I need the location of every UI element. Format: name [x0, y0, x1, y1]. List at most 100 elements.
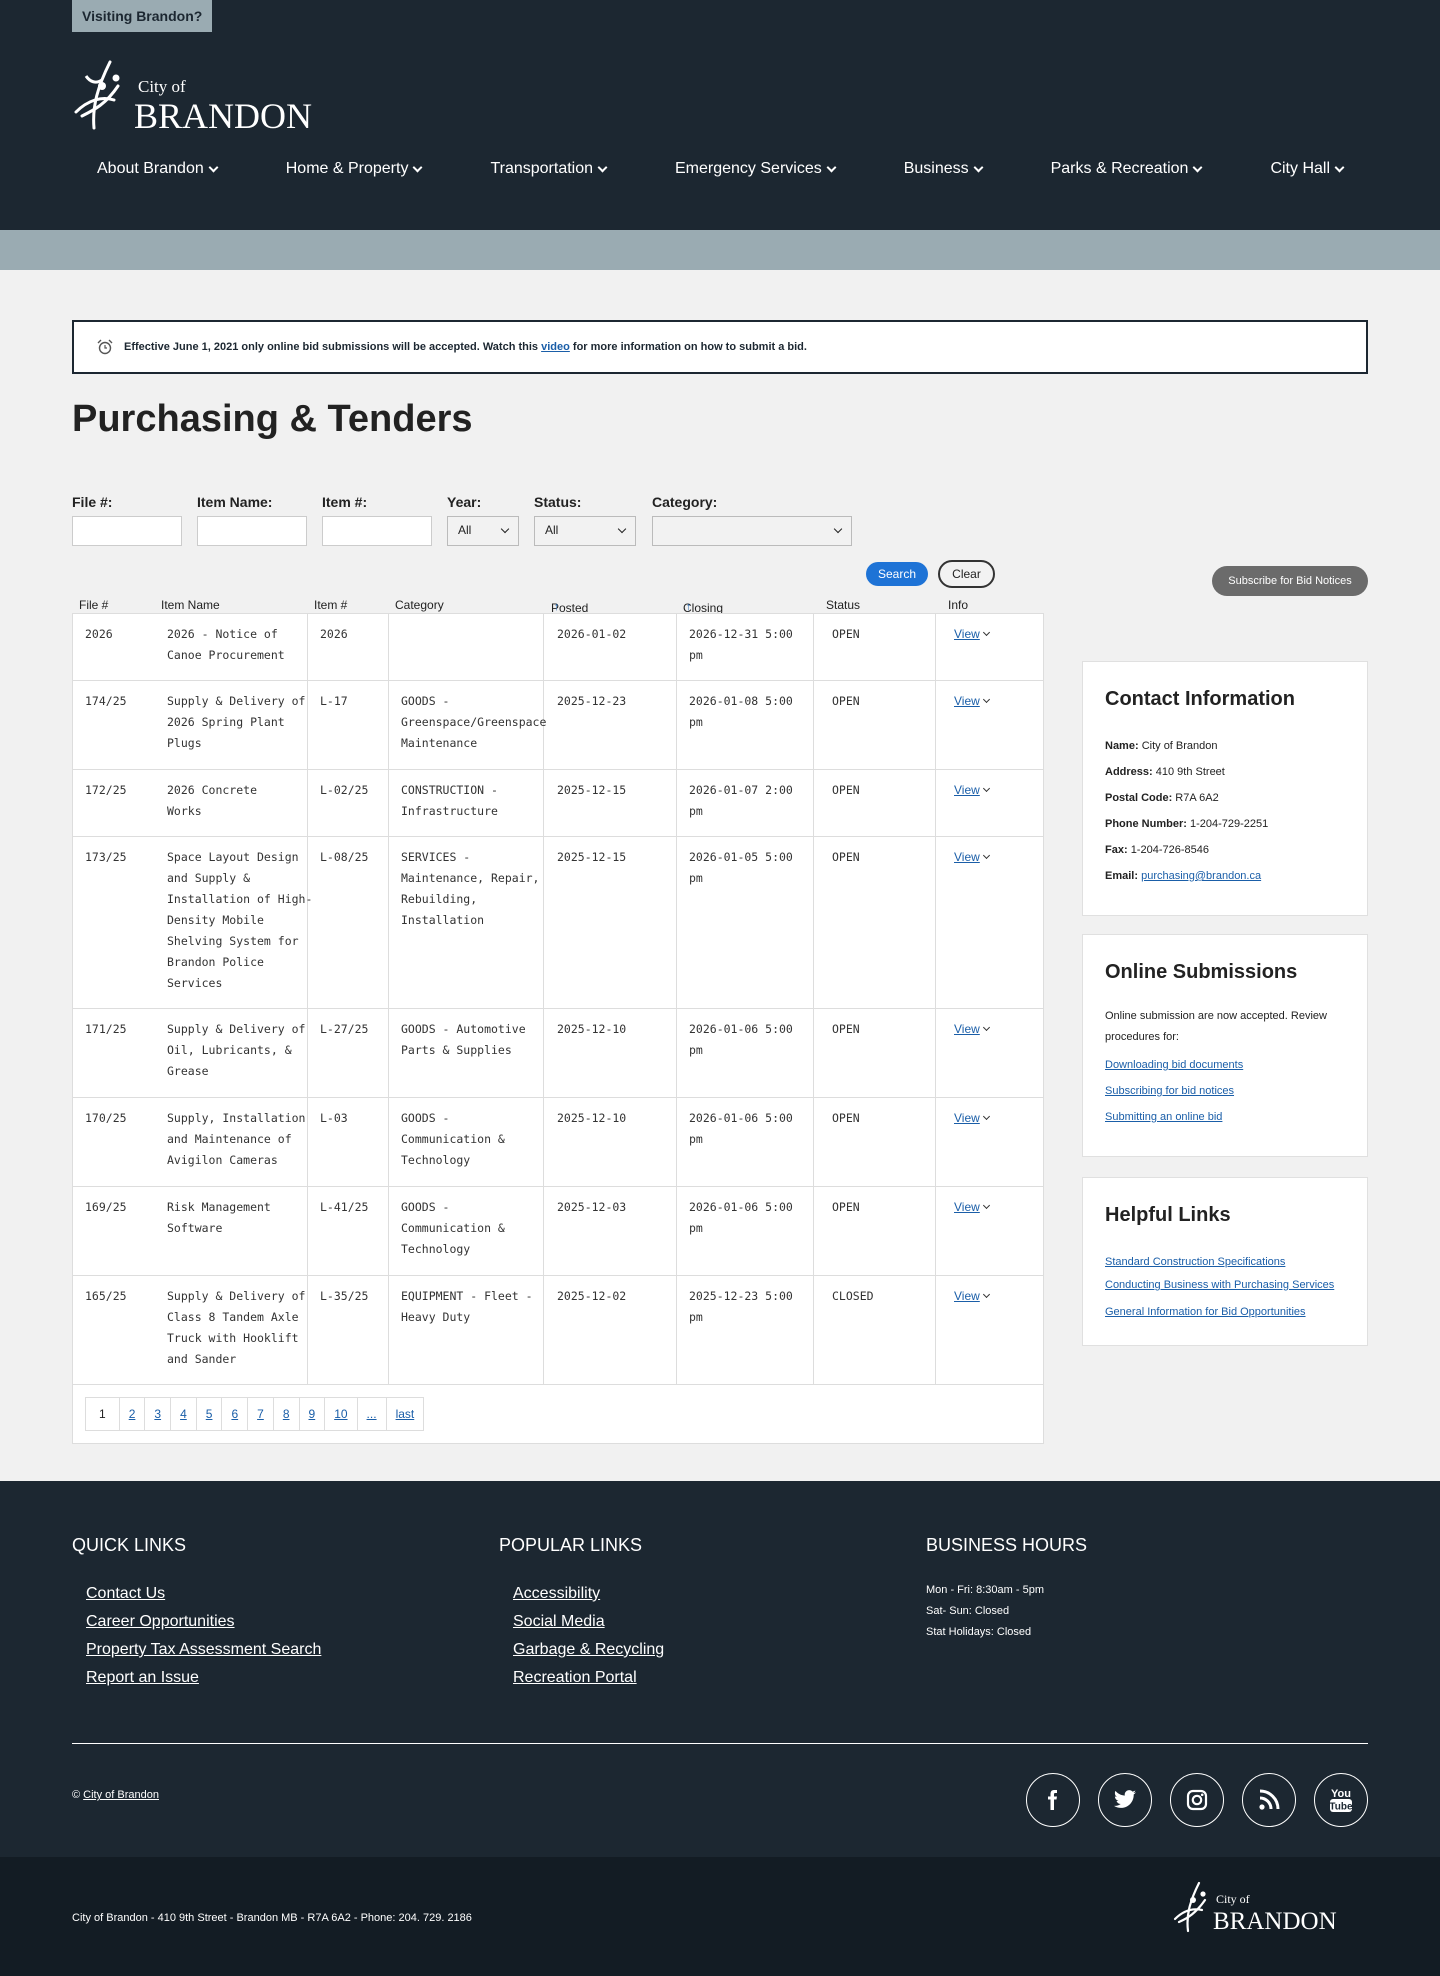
search-button[interactable]: Search	[866, 562, 928, 586]
column-divider	[543, 1187, 544, 1275]
category-select[interactable]	[652, 516, 852, 546]
column-divider	[935, 770, 936, 836]
page-last[interactable]: last	[385, 1397, 425, 1431]
chevron-down-icon	[1193, 162, 1203, 172]
chevron-down-icon[interactable]	[982, 851, 990, 860]
view-link[interactable]: View	[954, 850, 980, 864]
view-link[interactable]: View	[954, 627, 980, 641]
facebook-icon[interactable]	[1026, 1773, 1080, 1827]
twitter-icon[interactable]	[1098, 1773, 1152, 1827]
status-select[interactable]: All	[534, 516, 636, 546]
chevron-down-icon[interactable]	[982, 1290, 990, 1299]
quick-links: QUICK LINKS Contact Us Career Opportunit…	[72, 1535, 321, 1692]
nav-emergency-services[interactable]: Emergency Services	[675, 160, 837, 178]
item-name-input[interactable]	[197, 516, 307, 546]
main-content: Effective June 1, 2021 only online bid s…	[0, 270, 1440, 1481]
social-media-link[interactable]: Social Media	[513, 1608, 664, 1636]
table-row: 174/25 Supply & Delivery of 2026 Spring Pl…	[73, 681, 1043, 770]
copyright-link[interactable]: City of Brandon	[83, 1789, 159, 1801]
file-input[interactable]	[72, 516, 182, 546]
clear-button[interactable]: Clear	[938, 560, 995, 588]
cell-posted: 2026-01-02	[557, 627, 627, 641]
page-3[interactable]: 3	[144, 1397, 172, 1431]
category-label: Category:	[652, 494, 718, 510]
page-5[interactable]: 5	[195, 1397, 223, 1431]
chevron-down-icon[interactable]	[982, 628, 990, 637]
column-divider	[676, 614, 677, 680]
page-10[interactable]: 10	[324, 1397, 358, 1431]
email-link[interactable]: purchasing@brandon.ca	[1141, 870, 1261, 882]
col-item-name[interactable]: Item Name	[161, 598, 220, 612]
col-info[interactable]: Info	[948, 598, 968, 612]
table-row: 165/25 Supply & Delivery of Class 8 Tandem…	[73, 1276, 1043, 1385]
helpful-links-panel: Helpful Links Standard Construction Spec…	[1082, 1177, 1368, 1346]
chevron-down-icon[interactable]	[982, 1112, 990, 1121]
cell-category: GOODS - Greenspace/Greenspace Maintenance	[401, 694, 547, 750]
footer-city-logo[interactable]: City of BRANDON	[1172, 1879, 1362, 1935]
nav-parks-recreation[interactable]: Parks & Recreation	[1051, 160, 1203, 178]
chevron-down-icon[interactable]	[982, 695, 990, 704]
garbage-recycling-link[interactable]: Garbage & Recycling	[513, 1636, 664, 1664]
youtube-icon[interactable]: You Tube	[1314, 1773, 1368, 1827]
contact-us-link[interactable]: Contact Us	[86, 1580, 321, 1608]
col-status[interactable]: Status	[826, 598, 860, 612]
view-link[interactable]: View	[954, 1111, 980, 1125]
contact-info-panel: Contact Information Name: City of Brando…	[1082, 661, 1368, 916]
city-logo[interactable]: City of BRANDON	[72, 56, 352, 136]
column-divider	[935, 837, 936, 1008]
report-issue-link[interactable]: Report an Issue	[86, 1664, 321, 1692]
filter-file: File #:	[72, 494, 182, 546]
page-ellipsis[interactable]: ...	[356, 1397, 387, 1431]
recreation-portal-link[interactable]: Recreation Portal	[513, 1664, 664, 1692]
view-link[interactable]: View	[954, 1200, 980, 1214]
notice-video-link[interactable]: video	[541, 341, 570, 353]
subscribe-bid-notices-button[interactable]: Subscribe for Bid Notices	[1212, 566, 1368, 596]
submitting-online-bid-link[interactable]: Submitting an online bid	[1105, 1104, 1345, 1130]
view-link[interactable]: View	[954, 1289, 980, 1303]
logo-city-of: City of	[138, 77, 186, 96]
property-tax-link[interactable]: Property Tax Assessment Search	[86, 1636, 321, 1664]
career-opportunities-link[interactable]: Career Opportunities	[86, 1608, 321, 1636]
sort-arrow-icon[interactable]: ↑	[686, 601, 692, 613]
page-7[interactable]: 7	[247, 1397, 274, 1431]
general-information-link[interactable]: General Information for Bid Opportunitie…	[1105, 1299, 1345, 1325]
view-link[interactable]: View	[954, 1022, 980, 1036]
page-4[interactable]: 4	[170, 1397, 197, 1431]
chevron-down-icon[interactable]	[982, 1023, 990, 1032]
col-category[interactable]: Category	[395, 598, 444, 612]
page-8[interactable]: 8	[272, 1397, 300, 1431]
instagram-icon[interactable]	[1170, 1773, 1224, 1827]
nav-business[interactable]: Business	[904, 160, 984, 178]
cell-info: View	[954, 1108, 990, 1129]
col-item-num[interactable]: Item #	[314, 598, 347, 612]
accessibility-link[interactable]: Accessibility	[513, 1580, 664, 1608]
nav-home-property[interactable]: Home & Property	[286, 160, 423, 178]
view-link[interactable]: View	[954, 783, 980, 797]
cell-file: 170/25	[85, 1111, 127, 1125]
subscribing-bid-notices-link[interactable]: Subscribing for bid notices	[1105, 1078, 1345, 1104]
conducting-business-link[interactable]: Conducting Business with Purchasing Serv…	[1105, 1275, 1345, 1296]
page-2[interactable]: 2	[118, 1397, 146, 1431]
standard-construction-link[interactable]: Standard Construction Specifications	[1105, 1249, 1345, 1275]
chevron-down-icon	[208, 162, 219, 172]
rss-icon[interactable]	[1242, 1773, 1296, 1827]
column-divider	[935, 614, 936, 680]
chevron-down-icon	[973, 162, 984, 172]
nav-transportation[interactable]: Transportation	[490, 160, 608, 178]
col-file[interactable]: File #	[79, 598, 108, 612]
chevron-down-icon	[1334, 162, 1345, 172]
alarm-clock-icon	[97, 339, 113, 355]
cell-status: OPEN	[832, 1111, 860, 1125]
view-link[interactable]: View	[954, 694, 980, 708]
page-6[interactable]: 6	[221, 1397, 249, 1431]
year-select[interactable]: All	[447, 516, 519, 546]
nav-city-hall[interactable]: City Hall	[1270, 160, 1345, 178]
sort-arrow-icon[interactable]: ↑	[554, 601, 560, 613]
downloading-bid-documents-link[interactable]: Downloading bid documents	[1105, 1052, 1345, 1078]
chevron-down-icon[interactable]	[982, 1201, 990, 1210]
page-9[interactable]: 9	[298, 1397, 326, 1431]
chevron-down-icon[interactable]	[982, 784, 990, 793]
visiting-brandon-button[interactable]: Visiting Brandon?	[72, 0, 213, 32]
nav-about-brandon[interactable]: About Brandon	[97, 160, 219, 178]
item-num-input[interactable]	[322, 516, 432, 546]
